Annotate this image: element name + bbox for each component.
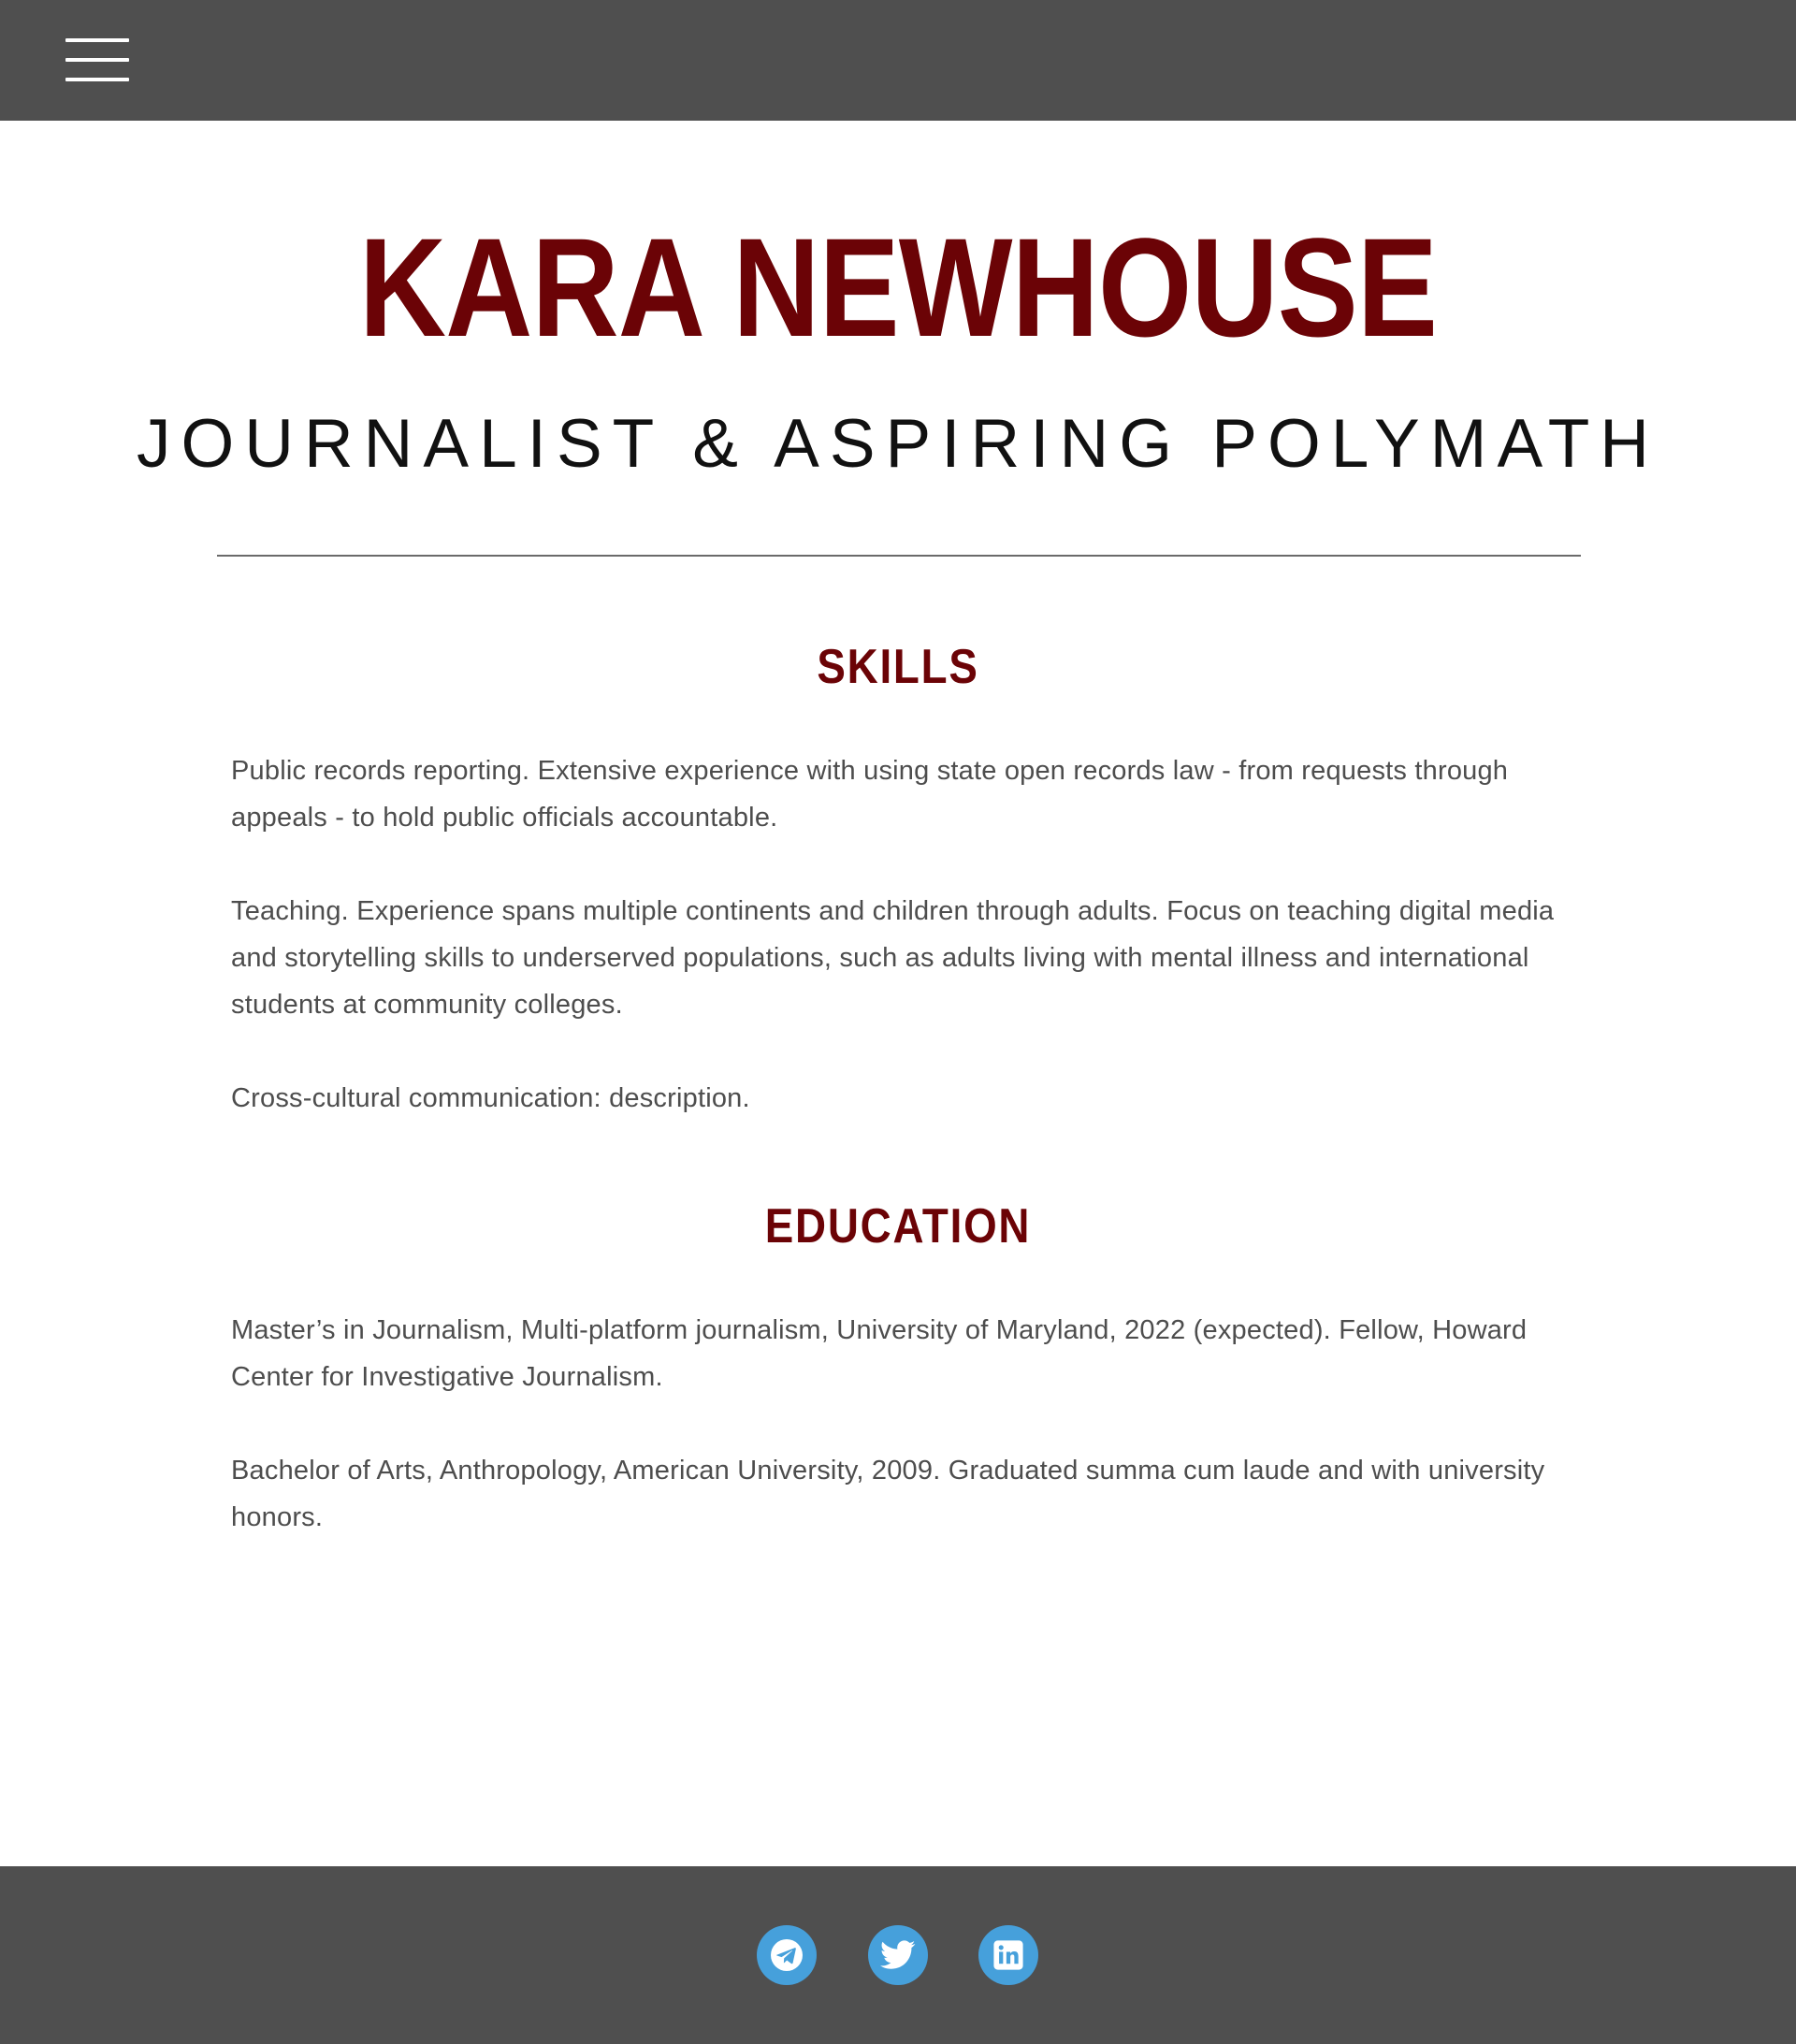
linkedin-icon[interactable] <box>978 1925 1038 1985</box>
menu-line <box>65 38 129 42</box>
skills-paragraph-teaching: Teaching. Experience spans multiple cont… <box>231 896 1555 1020</box>
skills-paragraph-public-records: Public records reporting. Extensive expe… <box>231 756 1509 833</box>
menu-line <box>65 58 129 62</box>
header-divider <box>217 555 1581 557</box>
menu-line <box>65 78 129 81</box>
telegram-glyph <box>771 1939 803 1971</box>
twitter-glyph <box>880 1940 916 1969</box>
page-subtitle: JOURNALIST & ASPIRING POLYMATH <box>136 406 1660 482</box>
education-paragraph-masters: Master’s in Journalism, Multi-platform j… <box>231 1315 1528 1392</box>
twitter-icon[interactable] <box>868 1925 928 1985</box>
linkedin-glyph <box>993 1940 1023 1970</box>
education-paragraph-bachelors: Bachelor of Arts, Anthropology, American… <box>231 1456 1545 1532</box>
telegram-icon[interactable] <box>757 1925 817 1985</box>
skills-paragraph-cross-cultural: Cross-cultural communication: descriptio… <box>231 1083 750 1113</box>
top-bar <box>0 0 1796 121</box>
education-heading: EDUCATION <box>764 1199 1032 1254</box>
page-title: KARA NEWHOUSE <box>358 209 1438 366</box>
hamburger-menu-icon[interactable] <box>64 36 131 86</box>
skills-heading: SKILLS <box>817 640 979 694</box>
